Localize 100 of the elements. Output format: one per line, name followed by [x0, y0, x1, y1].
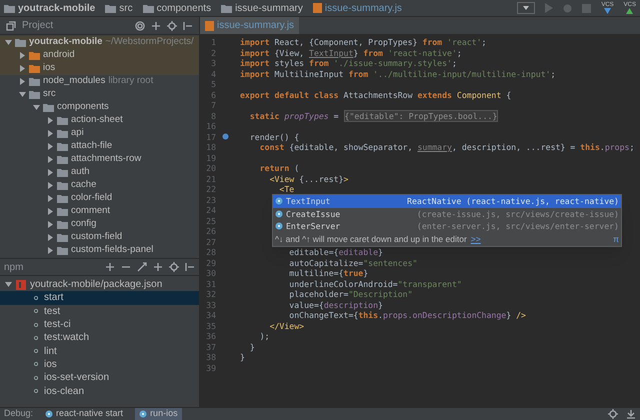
line-number: 22	[205, 184, 216, 194]
collapsed-arrow-icon[interactable]	[47, 208, 54, 215]
download-icon[interactable]	[626, 409, 636, 419]
expanded-arrow-icon[interactable]	[33, 104, 40, 111]
run-config-dropdown[interactable]	[517, 2, 536, 14]
tree-item[interactable]: color-field	[71, 191, 112, 206]
tree-item[interactable]: node_modules	[43, 74, 106, 89]
code-line: import {View, TextInput} from 'react-native';	[240, 48, 462, 58]
line-number: 23	[205, 194, 216, 205]
tree-item[interactable]: custom-field	[71, 230, 122, 245]
expanded-arrow-icon[interactable]	[5, 281, 12, 288]
completion-item[interactable]: TextInput ReactNative (react-native.js, react-native)	[273, 195, 621, 208]
npm-script[interactable]: ios	[0, 358, 199, 372]
panel-title[interactable]: Project	[22, 18, 54, 33]
tree-item[interactable]: api	[71, 126, 84, 141]
tree-item[interactable]: config	[71, 217, 96, 232]
tree-item[interactable]: attachments-row	[71, 152, 142, 167]
line-number: 25	[205, 216, 216, 226]
tree-item[interactable]: android	[43, 48, 75, 63]
breadcrumb[interactable]: src	[119, 0, 133, 16]
npm-script[interactable]: test-ci	[0, 318, 199, 332]
collapsed-arrow-icon[interactable]	[47, 182, 54, 189]
tree-item[interactable]: youtrack-mobile	[29, 35, 102, 50]
line-number: 32	[205, 289, 216, 300]
panel-title[interactable]: npm	[4, 260, 24, 274]
target-icon[interactable]	[135, 20, 145, 30]
window-icon[interactable]	[6, 20, 16, 30]
breadcrumb[interactable]: issue-summary.js	[324, 0, 402, 16]
expanded-arrow-icon[interactable]	[5, 39, 12, 46]
folder-icon	[105, 4, 116, 12]
tree-item[interactable]: src	[43, 87, 56, 102]
pi-indicator[interactable]: π	[613, 232, 619, 246]
debug-tab[interactable]: react-native start	[41, 408, 128, 420]
hint-link[interactable]: >>	[470, 232, 481, 246]
collapsed-arrow-icon[interactable]	[19, 65, 26, 72]
line-number: 35	[205, 320, 216, 331]
code-line: render() {	[248, 132, 300, 142]
tree-item[interactable]: components	[57, 100, 109, 115]
line-number: 3	[210, 58, 216, 68]
collapsed-arrow-icon[interactable]	[47, 117, 54, 124]
collapsed-arrow-icon[interactable]	[47, 130, 54, 137]
tree-item[interactable]: ios	[43, 61, 56, 76]
up-arrow-icon	[626, 8, 634, 14]
tree-item-hint: library root	[108, 74, 154, 88]
line-number: 31	[205, 278, 216, 289]
line-number: 2	[210, 48, 216, 58]
tree-item[interactable]: comment	[71, 204, 110, 219]
code-line: static propTypes = {"editable": PropTypes.bool...}	[248, 110, 498, 121]
dot-icon	[34, 362, 38, 366]
line-number: 18	[205, 142, 216, 152]
expanded-arrow-icon[interactable]	[19, 91, 26, 98]
npm-script[interactable]: test	[0, 304, 199, 318]
completion-item[interactable]: CreateIssue (create-issue.js, src/views/create-issue)	[273, 208, 621, 220]
line-number: 33	[205, 300, 216, 310]
tree-item[interactable]: auth	[71, 165, 90, 180]
line-number: 30	[205, 268, 216, 278]
collapsed-arrow-icon[interactable]	[47, 169, 54, 176]
code-line: import MultilineInput from '../multiline-input/multiline-input';	[240, 68, 556, 79]
breadcrumb[interactable]: youtrack-mobile	[18, 0, 96, 16]
code-line: </View>	[268, 320, 304, 331]
dot-icon	[34, 296, 38, 300]
breadcrumb[interactable]: issue-summary	[235, 0, 303, 16]
expand-icon[interactable]	[137, 262, 147, 272]
collapsed-arrow-icon[interactable]	[47, 234, 54, 241]
collapsed-arrow-icon[interactable]	[19, 78, 26, 85]
dot-icon	[34, 322, 38, 327]
line-number: 28	[205, 247, 216, 258]
npm-script[interactable]: lint	[0, 344, 199, 358]
npm-script[interactable]: ios-clean	[0, 384, 199, 398]
collapsed-arrow-icon[interactable]	[47, 156, 54, 163]
tree-item[interactable]: youtrack-mobile/package.json	[30, 277, 162, 292]
collapsed-arrow-icon[interactable]	[47, 247, 54, 254]
npm-script[interactable]: start	[0, 291, 199, 305]
hide-icon[interactable]	[183, 20, 193, 30]
code-line: editable={editable}	[288, 247, 383, 258]
dot-icon	[34, 336, 38, 340]
dot-icon	[34, 376, 38, 380]
down-arrow-icon	[604, 8, 611, 14]
tree-item[interactable]: attach-file	[71, 139, 112, 154]
collapsed-arrow-icon[interactable]	[19, 52, 26, 59]
code-line: placeholder="Description"	[288, 289, 413, 300]
completion-item[interactable]: EnterServer (enter-server.js, src/views/enter-server)	[273, 220, 621, 232]
override-marker-icon[interactable]	[222, 133, 229, 140]
tree-item-hint: ~/WebstormProjects/	[105, 35, 194, 50]
tree-item[interactable]: custom-fields-panel	[71, 243, 154, 258]
line-number: 1	[210, 37, 216, 48]
add-icon[interactable]	[105, 262, 115, 272]
code-line: return (	[258, 163, 300, 174]
dot-icon	[34, 389, 38, 394]
collapsed-arrow-icon[interactable]	[47, 143, 54, 150]
tree-item[interactable]: action-sheet	[71, 113, 123, 128]
breadcrumb[interactable]: components	[156, 0, 212, 16]
collapsed-arrow-icon[interactable]	[47, 195, 54, 202]
collapsed-arrow-icon[interactable]	[47, 221, 54, 228]
line-number: 26	[205, 226, 216, 236]
tree-item[interactable]: cache	[71, 178, 96, 193]
npm-script[interactable]: ios-set-version	[0, 371, 199, 384]
debug-tab[interactable]: run-ios	[135, 408, 182, 420]
npm-script[interactable]: test:watch	[0, 331, 199, 344]
hide-icon[interactable]	[185, 262, 195, 272]
